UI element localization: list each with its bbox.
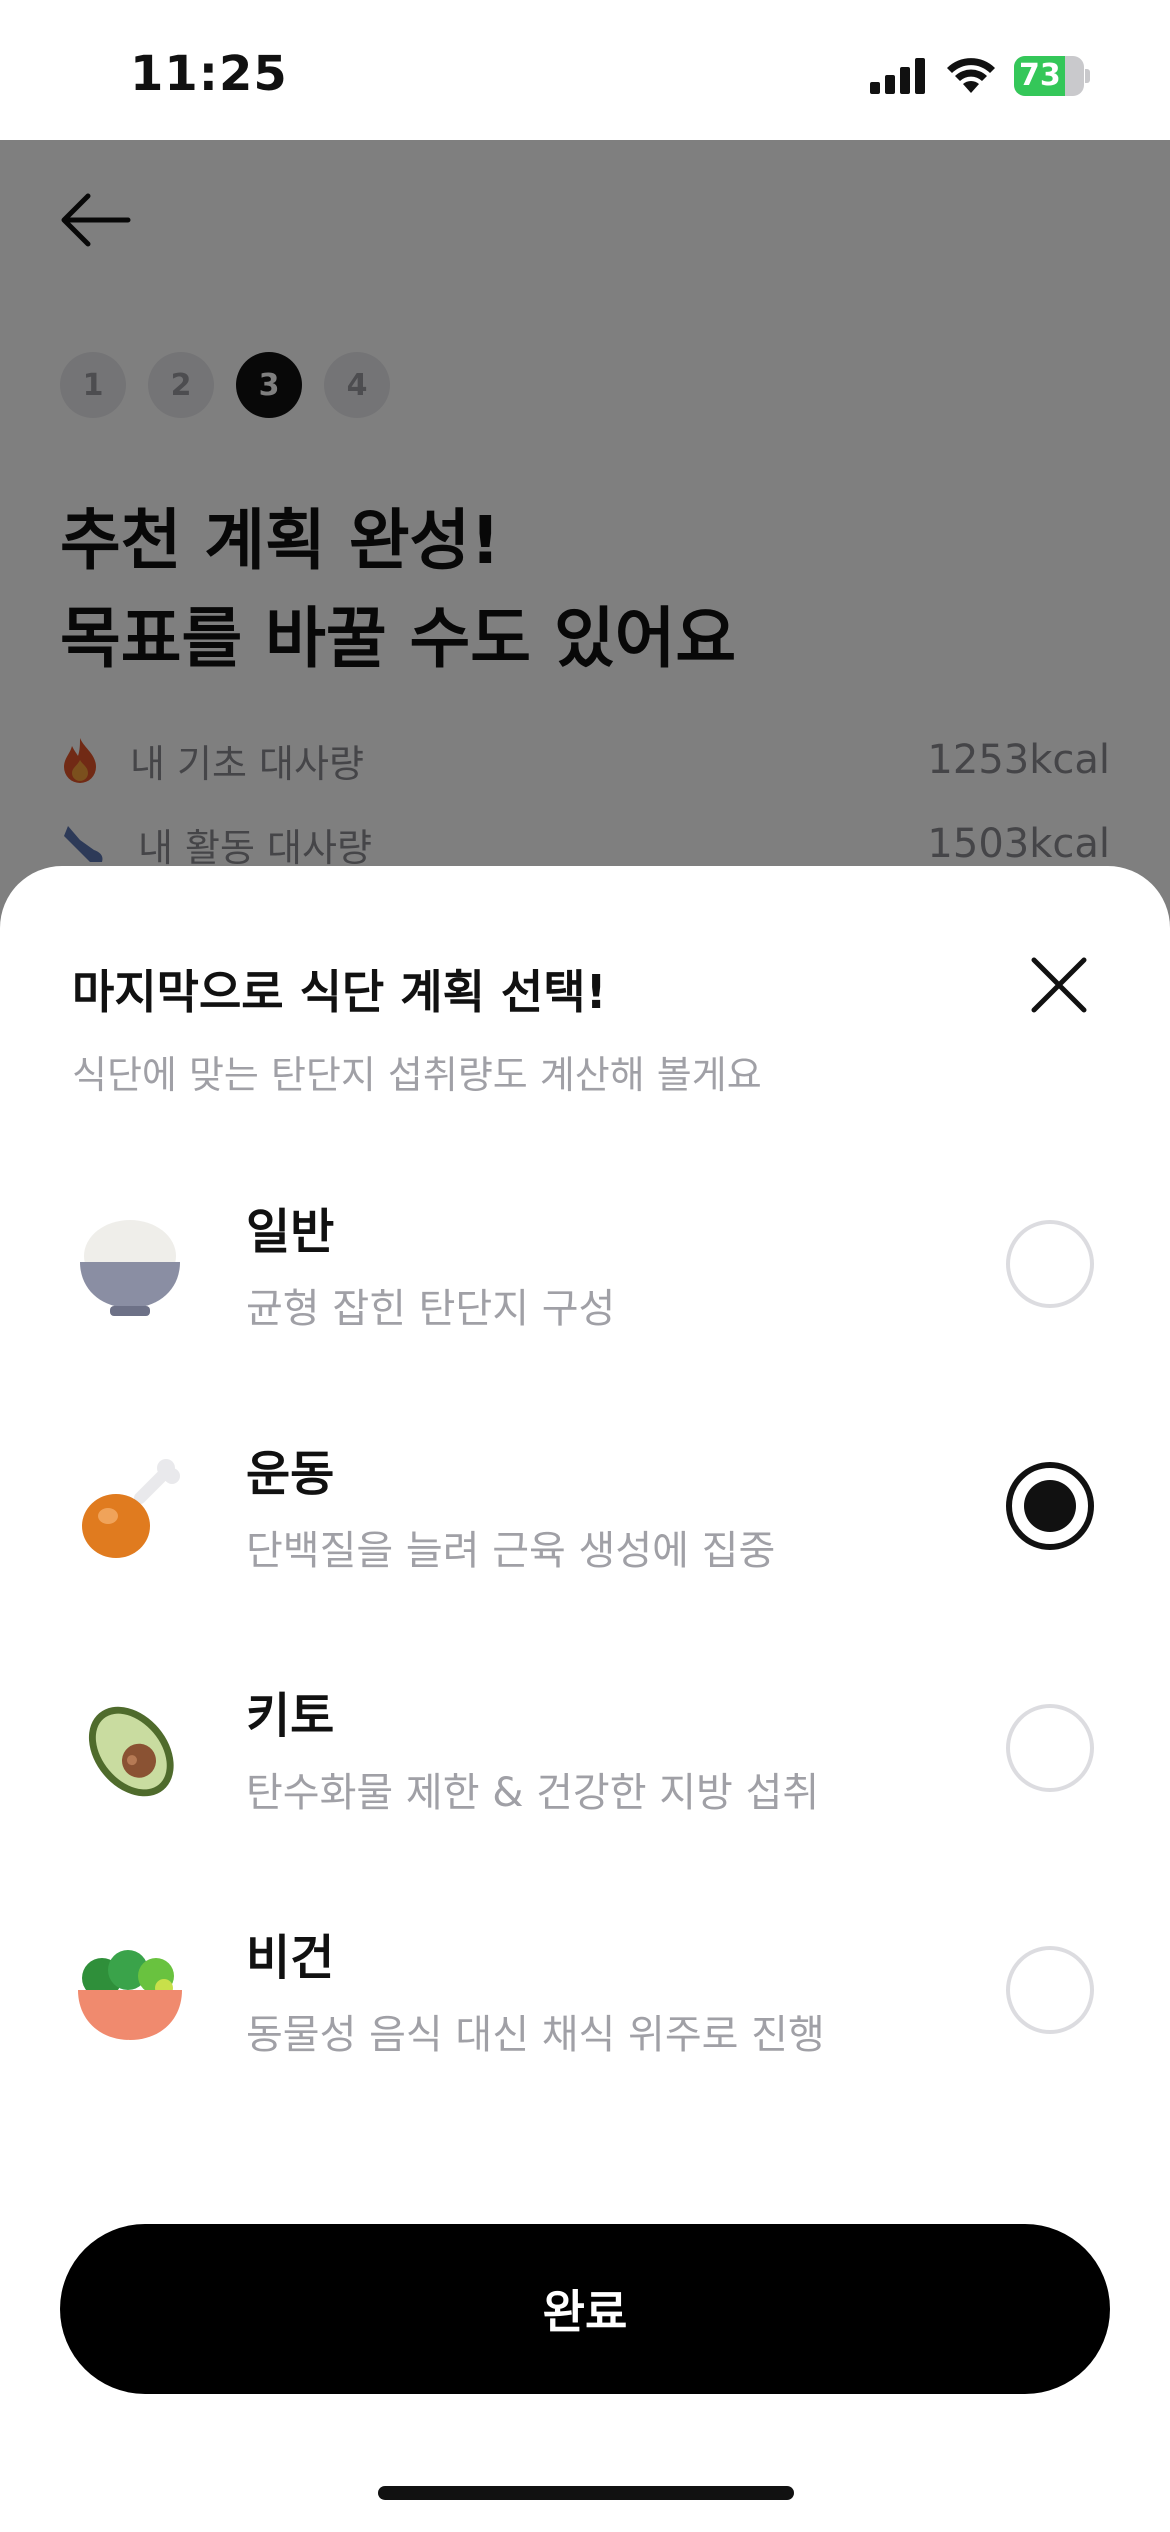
status-icons: 73 <box>870 54 1090 98</box>
avocado-icon <box>88 1706 174 1797</box>
diet-option-general[interactable]: 일반 균형 잡힌 탄단지 구성 <box>0 1166 1170 1356</box>
option-name: 운동 <box>246 1446 335 1502</box>
diet-plan-sheet: 마지막으로 식단 계획 선택! 식단에 맞는 탄단지 섭취량도 계산해 볼게요 … <box>0 866 1170 2532</box>
rice-bowl-icon <box>80 1220 180 1316</box>
option-name: 키토 <box>246 1688 335 1744</box>
cellular-signal-icon <box>870 58 925 94</box>
radio-exercise[interactable] <box>1006 1462 1094 1550</box>
option-name: 비건 <box>246 1930 335 1986</box>
diet-option-exercise[interactable]: 운동 단백질을 늘려 근육 생성에 집중 <box>0 1408 1170 1598</box>
status-time: 11:25 <box>130 46 288 102</box>
close-icon[interactable] <box>1028 954 1090 1016</box>
option-name: 일반 <box>246 1204 335 1260</box>
status-bar: 11:25 73 <box>0 0 1170 140</box>
diet-option-vegan[interactable]: 비건 동물성 음식 대신 채식 위주로 진행 <box>0 1892 1170 2082</box>
wifi-icon <box>947 58 995 93</box>
chicken-leg-icon <box>82 1459 180 1558</box>
battery-icon: 73 <box>1014 56 1090 96</box>
salad-bowl-icon <box>78 1950 182 2040</box>
radio-general[interactable] <box>1006 1220 1094 1308</box>
battery-percentage: 73 <box>1019 58 1061 93</box>
sheet-title: 마지막으로 식단 계획 선택! <box>72 965 607 1019</box>
radio-vegan[interactable] <box>1006 1946 1094 2034</box>
option-description: 단백질을 늘려 근육 생성에 집중 <box>246 1528 776 1574</box>
option-description: 균형 잡힌 탄단지 구성 <box>246 1286 616 1332</box>
done-button[interactable]: 완료 <box>60 2224 1110 2394</box>
sheet-subtitle: 식단에 맞는 탄단지 섭취량도 계산해 볼게요 <box>72 1053 762 1097</box>
home-indicator[interactable] <box>378 2486 794 2500</box>
diet-option-keto[interactable]: 키토 탄수화물 제한 & 건강한 지방 섭취 <box>0 1650 1170 1840</box>
radio-keto[interactable] <box>1006 1704 1094 1792</box>
option-description: 탄수화물 제한 & 건강한 지방 섭취 <box>246 1770 820 1816</box>
option-description: 동물성 음식 대신 채식 위주로 진행 <box>246 2012 825 2058</box>
